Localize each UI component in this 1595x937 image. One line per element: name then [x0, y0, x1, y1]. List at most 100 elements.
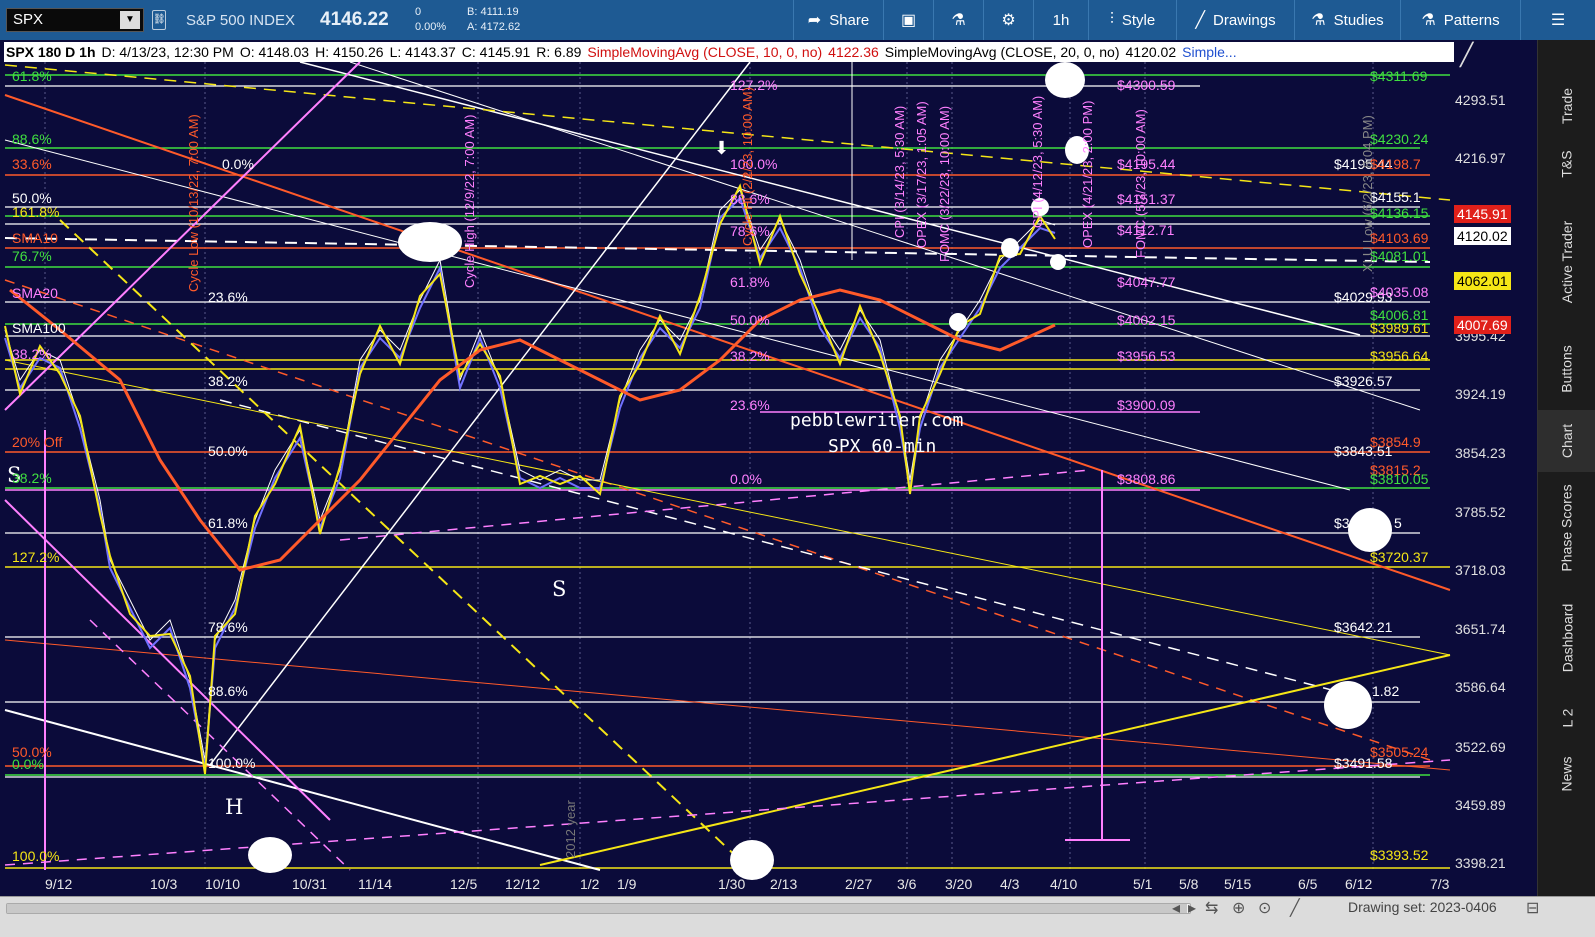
change-pct: 0.00%: [415, 21, 447, 33]
chart-scrollbar[interactable]: [6, 903, 1191, 914]
sidebar-tab-chart[interactable]: Chart: [1538, 410, 1595, 472]
time-axis-label: 6/12: [1345, 876, 1373, 892]
left-level-label: SMA10: [12, 230, 58, 246]
price-axis-label: 3459.89: [1455, 797, 1506, 813]
menu-button[interactable]: ☰: [1520, 0, 1595, 40]
time-axis-label: 1/30: [718, 876, 746, 892]
magenta-dashed-line[interactable]: [89, 619, 351, 871]
scroll-right-icon[interactable]: ▸: [1188, 898, 1196, 918]
left-level-label: 61.8%: [12, 68, 52, 84]
marker-ellipse[interactable]: [248, 837, 292, 873]
event-vertical-label: CPI (3/14/23, 5:30 AM): [892, 105, 907, 238]
symbol-dropdown-icon[interactable]: ▼: [120, 11, 140, 29]
top-toolbar: SPX ▼ ⛓ S&P 500 INDEX 4146.22 0 0.00% B:…: [0, 0, 1595, 40]
right-level-label: $3720.37: [1370, 549, 1429, 565]
yellow-dashed-line[interactable]: [59, 219, 741, 861]
time-axis-label: 6/5: [1298, 876, 1318, 892]
time-axis-label: 10/31: [292, 876, 328, 892]
marker-ellipse[interactable]: [1348, 508, 1392, 552]
info-high: H: 4150.26: [315, 44, 384, 60]
dashed-trend-line[interactable]: [4, 237, 1431, 263]
drawings-button[interactable]: ╱ Drawings: [1176, 0, 1294, 40]
flask-button[interactable]: ⚗: [933, 0, 983, 40]
pencil-icon[interactable]: ╱: [1290, 898, 1300, 918]
instrument-name: S&P 500 INDEX: [186, 12, 295, 29]
scrollbar-thumb[interactable]: [7, 904, 1187, 913]
marker-ellipse[interactable]: [1045, 62, 1085, 98]
camera-icon: ▣: [900, 12, 917, 29]
sidebar-tab-news[interactable]: News: [1538, 744, 1595, 804]
scroll-left-icon[interactable]: ◂: [1172, 898, 1180, 918]
flask-icon: ⚗: [1311, 12, 1326, 29]
info-more[interactable]: Simple...: [1182, 44, 1236, 60]
marker-ellipse[interactable]: [1324, 681, 1372, 729]
crosshair-icon[interactable]: ⊕: [1232, 898, 1245, 918]
left-level-label: SMA20: [12, 285, 58, 301]
yellow-channel-line[interactable]: [4, 359, 1451, 656]
fib-mid-label: 23.6%: [208, 289, 248, 305]
price-axis-label: 3785.52: [1455, 504, 1506, 520]
info-sma20[interactable]: SimpleMovingAvg (CLOSE, 20, 0, no): [885, 44, 1120, 60]
link-icon[interactable]: ⇆: [1205, 898, 1218, 918]
magenta-channel-line[interactable]: [4, 499, 331, 821]
right-level-label: $4230.24: [1370, 131, 1429, 147]
fib-right-label: 38.2%: [730, 348, 770, 364]
collapse-icon[interactable]: ⊟: [1526, 898, 1539, 918]
white-channel-line[interactable]: [4, 709, 601, 871]
partial-level-label: $3: [1334, 515, 1350, 531]
info-date: D: 4/13/23, 12:30 PM: [101, 44, 234, 60]
drawing-set-label[interactable]: Drawing set: 2023-0406: [1348, 899, 1497, 915]
right-level-label: $4136.15: [1370, 205, 1429, 221]
fib-right-label: 50.0%: [730, 312, 770, 328]
fib-right-label: 61.8%: [730, 274, 770, 290]
marker-ellipse[interactable]: [730, 840, 774, 880]
info-sma10[interactable]: SimpleMovingAvg (CLOSE, 10, 0, no): [587, 44, 822, 60]
settings-button[interactable]: ⚙: [983, 0, 1033, 40]
yellow-dashed-line[interactable]: [4, 64, 1451, 201]
time-axis-label: 9/12: [45, 876, 73, 892]
bid-value: B: 4111.19: [467, 6, 519, 18]
price-tag: 4120.02: [1454, 227, 1511, 245]
right-level-label: $4103.69: [1370, 230, 1429, 246]
patterns-button[interactable]: ⚗ Patterns: [1400, 0, 1520, 40]
info-sma10-value: 4122.36: [828, 44, 879, 60]
symbol-input[interactable]: SPX ▼: [6, 8, 144, 32]
event-vertical-label: 2012 year: [563, 800, 578, 858]
sidebar-tab-buttons[interactable]: Buttons: [1538, 328, 1595, 410]
studies-button[interactable]: ⚗ Studies: [1294, 0, 1400, 40]
marker-ellipse[interactable]: [949, 313, 967, 331]
screenshot-button[interactable]: ▣: [883, 0, 933, 40]
white-dashed-line[interactable]: [219, 399, 1371, 701]
timeframe-button[interactable]: 1h: [1033, 0, 1088, 40]
fib-mid-label: 78.6%: [208, 619, 248, 635]
marker-ellipse[interactable]: [1001, 238, 1019, 258]
left-level-label: 33.6%: [12, 156, 52, 172]
change-value: 0: [415, 6, 422, 18]
left-level-label: 0.0%: [12, 756, 44, 772]
sidebar-tab-active-trader[interactable]: Active Trader: [1538, 196, 1595, 328]
right-level-label: $3956.64: [1370, 348, 1429, 364]
price-axis-label: 3718.03: [1455, 562, 1506, 578]
white-channel-line[interactable]: [209, 61, 751, 766]
sidebar-tab-t-s[interactable]: T&S: [1538, 132, 1595, 196]
yellow-channel-line[interactable]: [539, 654, 1451, 866]
time-axis-label: 10/10: [205, 876, 241, 892]
pencil-icon: ╱: [1195, 12, 1206, 29]
price-tag: 4007.69: [1454, 316, 1511, 334]
sidebar-tab-phase-scores[interactable]: Phase Scores: [1538, 472, 1595, 584]
info-range: R: 6.89: [536, 44, 582, 60]
left-level-label: 161.8%: [12, 204, 60, 220]
style-button[interactable]: ⫶ Style: [1088, 0, 1176, 40]
sidebar-tab-l-2[interactable]: L 2: [1538, 692, 1595, 744]
link-icon[interactable]: ⛓: [152, 10, 166, 30]
white-channel-line[interactable]: [349, 61, 1421, 411]
zoom-icon[interactable]: ⊙: [1258, 898, 1271, 918]
flask-icon: ⚗: [951, 12, 966, 29]
marker-ellipse[interactable]: [398, 222, 462, 262]
sidebar-tab-trade[interactable]: Trade: [1538, 80, 1595, 132]
sidebar-tab-dashboard[interactable]: Dashboard: [1538, 584, 1595, 692]
share-button[interactable]: ➦ Share: [793, 0, 883, 40]
gear-icon: ⚙: [1001, 12, 1016, 29]
white-channel-line[interactable]: [299, 61, 1361, 336]
marker-ellipse[interactable]: [1050, 254, 1066, 270]
